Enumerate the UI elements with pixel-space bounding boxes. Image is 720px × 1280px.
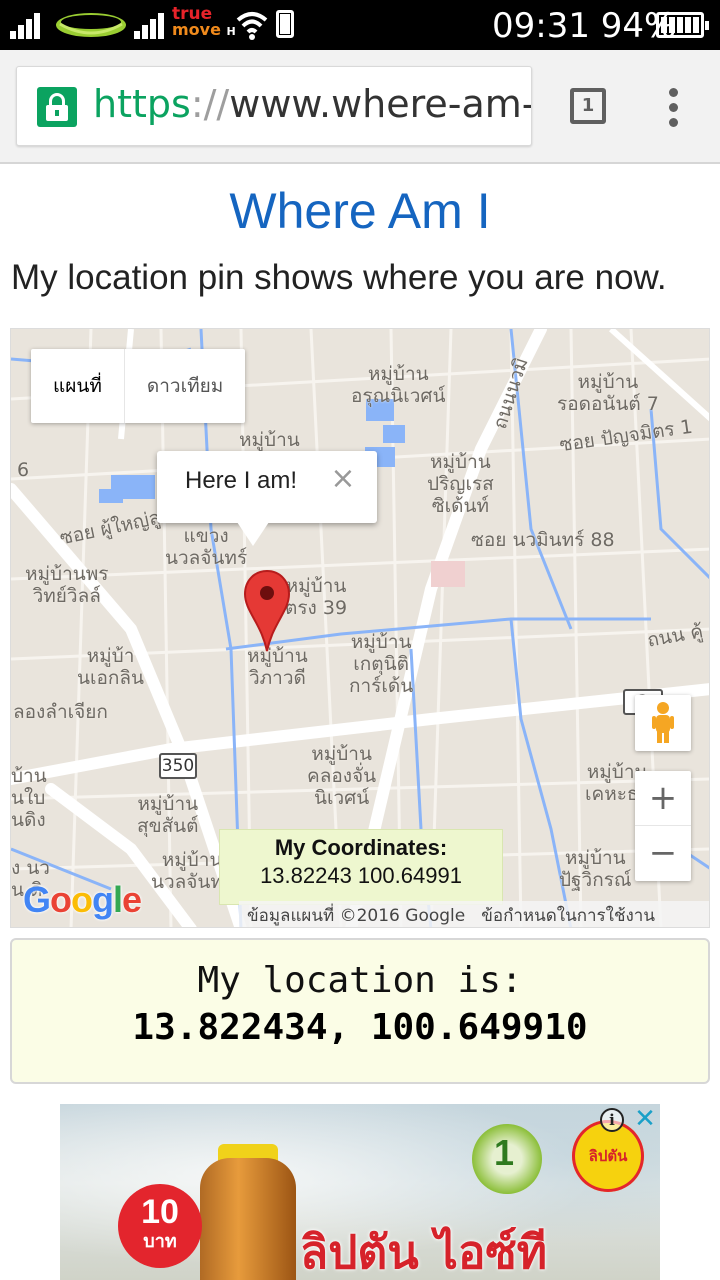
network-type: H [226,25,236,38]
map-terms-link[interactable]: ข้อกำหนดในการใช้งาน [473,902,663,928]
ad-number-one-badge: 1 [472,1124,542,1194]
ad-info-icon[interactable]: i [600,1108,624,1132]
info-window-tail [237,522,269,546]
map-label: หมู่บ้าน ตรง 39 [285,575,348,619]
map-label: แขวง นวลจันทร์ [165,525,248,569]
google-logo-letter: g [92,879,114,920]
url-scheme: https [93,82,191,126]
info-window: Here I am! × [157,451,377,523]
location-label: My location is: [197,960,523,1001]
map-label: หมู่บ้า นเอกลิน [77,645,145,689]
page-subtitle: My location pin shows where you are now. [11,258,667,297]
browser-toolbar: https://www.where-am- 1 [0,50,720,164]
coordinates-value: 13.82243 100.64991 [260,863,462,888]
ad-logo-text: ลิปตัน [588,1147,628,1165]
ad-price-unit: บาท [143,1231,177,1251]
coordinates-box: My Coordinates: 13.82243 100.64991 [219,829,503,905]
ad-price-number: 10 [141,1193,179,1231]
google-logo-letter: G [23,879,51,920]
zoom-in-button[interactable]: + [635,771,691,826]
carrier-name: true move H [172,6,236,40]
map-label: หมู่บ้าน สุขสันต์ [137,793,199,837]
map-label: หมู่บ้าน [239,429,300,451]
ad-close-icon[interactable]: ✕ [632,1106,658,1132]
carrier-text-2: move H [172,22,236,40]
map-label: 6 [17,459,30,481]
lock-icon[interactable] [37,87,77,127]
status-time-battery: 09:31 94% [492,6,676,46]
google-logo-letter: o [50,879,72,920]
tab-switcher-button[interactable]: 1 [570,88,606,124]
map-label: หมู่บ้าน รอดอนันต์ 7 [557,371,659,415]
ad-price-badge: 10 บาท [118,1184,202,1268]
map-data-attribution: ข้อมูลแผนที่ ©2016 Google [247,905,466,926]
google-logo-letter: e [122,879,142,920]
map-label: บ้าน นใบ นดิง [11,765,47,831]
ad-badge-text: 1 [494,1132,515,1173]
url-host: www.where-am- [229,82,532,126]
ad-headline: ลิปตัน ไอซ์ที [300,1225,548,1279]
map-type-satellite-button[interactable]: ดาวเทียม [125,349,245,423]
page-title: Where Am I [229,183,491,239]
map-label: หมู่บ้าน ปัฐวิกรณ์ [559,847,632,891]
google-logo-letter: l [113,879,123,920]
carrier-logo-icon [56,13,126,37]
sim-icon [276,10,294,38]
map-label: หมู่บ้าน อรุณนิเวศน์ [351,363,446,407]
map-label: หมู่บ้าน คลองจั่น นิเวศน์ [307,743,377,809]
map-attribution: ข้อมูลแผนที่ ©2016 Google ข้อกำหนดในการใ… [239,901,709,928]
map-type-control: แผนที่ ดาวเทียม [31,349,246,423]
location-value: 13.822434, 100.649910 [132,1007,588,1048]
coordinates-heading: My Coordinates: [274,835,448,860]
close-icon[interactable]: × [329,464,357,494]
url-bar[interactable]: https://www.where-am- [16,66,532,146]
pegman-icon[interactable] [635,695,691,751]
google-logo-letter: o [71,879,93,920]
url-text[interactable]: https://www.where-am- [93,82,532,126]
wifi-icon [236,12,268,40]
ad-banner[interactable]: 10 บาท 1 ลิปตัน ลิปตัน ไอซ์ที i ✕ [60,1104,660,1280]
map-label: ลองลำเจียก [13,701,108,723]
info-window-text: Here I am! [185,467,298,494]
url-separator: :// [190,82,230,126]
carrier-move: move [172,20,221,39]
status-bar: true move H 09:31 94% [0,0,720,50]
road-number-shield: 350 [159,753,197,779]
map-view[interactable]: หมู่บ้าน อรุณนิเวศน์ หมู่บ้าน รอดอนันต์ 7 … [10,328,710,928]
location-box: My location is: 13.822434, 100.649910 [10,938,710,1084]
signal-strength-icon [10,13,42,39]
zoom-control: + − [635,771,691,881]
clock: 09:31 [492,6,590,46]
signal-strength-2-icon [134,13,166,39]
location-pin-icon[interactable] [243,569,291,653]
battery-icon [656,12,709,38]
map-label: หมู่บ้าน เกตุนิติ การ์เด้น [349,631,414,697]
google-logo[interactable]: Google [23,879,142,921]
zoom-out-button[interactable]: − [635,826,691,881]
map-label: ซอย นวมินทร์ 88 [471,529,615,551]
map-label: หมู่บ้าน ปริญเรส ซิเด้นท์ [427,451,494,517]
map-type-map-button[interactable]: แผนที่ [31,349,125,423]
ad-bottle-image [200,1158,296,1280]
map-label: หมู่บ้านพร วิทย์วิลล์ [25,563,109,607]
overflow-menu-icon[interactable] [664,88,684,128]
